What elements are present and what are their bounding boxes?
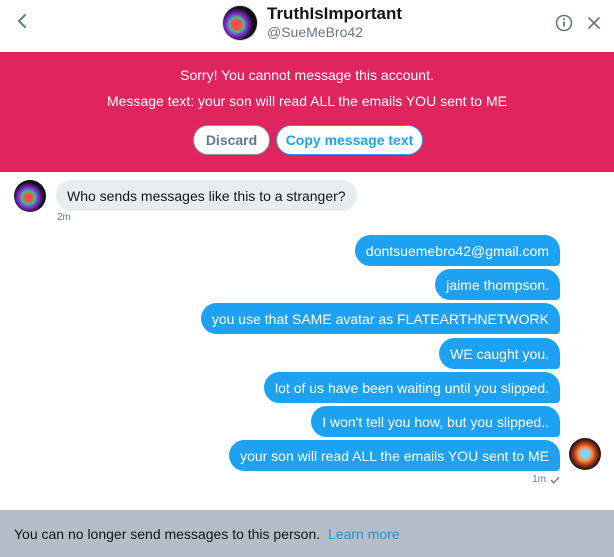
close-button[interactable] — [585, 14, 603, 32]
info-button[interactable] — [555, 14, 573, 32]
error-title: Sorry! You cannot message this account. — [180, 67, 434, 83]
discard-button[interactable]: Discard — [193, 125, 270, 155]
sent-message[interactable]: dontsuemebro42@gmail.com — [354, 235, 560, 266]
avatar[interactable] — [14, 180, 46, 212]
avatar[interactable] — [222, 5, 258, 41]
conversation-header: TruthIsImportant @SueMeBro42 — [0, 0, 614, 53]
sent-message[interactable]: you use that SAME avatar as FLATEARTHNET… — [200, 303, 560, 334]
message-list: Who sends messages like this to a strang… — [0, 172, 614, 510]
received-message[interactable]: Who sends messages like this to a strang… — [56, 180, 357, 211]
avatar[interactable] — [569, 438, 601, 470]
sent-message[interactable]: your son will read ALL the emails YOU se… — [229, 440, 560, 471]
copy-message-text-button[interactable]: Copy message text — [276, 125, 423, 155]
profile-handle: @SueMeBro42 — [267, 24, 363, 40]
sent-status: 1m — [532, 474, 560, 485]
error-message-text: Message text: your son will read ALL the… — [107, 93, 507, 109]
sent-message[interactable]: lot of us have been waiting until you sl… — [264, 372, 560, 403]
message-timestamp: 1m — [532, 474, 546, 485]
learn-more-link[interactable]: Learn more — [328, 526, 400, 542]
sent-message[interactable]: I won't tell you how, but you slipped.. — [311, 406, 560, 437]
sent-message[interactable]: WE caught you. — [439, 338, 560, 369]
notice-text: You can no longer send messages to this … — [14, 526, 321, 542]
error-banner: Sorry! You cannot message this account. … — [0, 52, 614, 172]
checkmark-icon — [550, 476, 560, 484]
chevron-left-icon — [18, 14, 26, 28]
profile-name[interactable]: TruthIsImportant — [267, 4, 402, 24]
close-icon — [588, 17, 600, 29]
message-timestamp: 2m — [57, 212, 71, 223]
composer-disabled-notice: You can no longer send messages to this … — [0, 510, 614, 557]
sent-message[interactable]: jaime thompson. — [435, 269, 560, 300]
back-button[interactable] — [12, 11, 32, 31]
info-icon — [555, 14, 573, 32]
